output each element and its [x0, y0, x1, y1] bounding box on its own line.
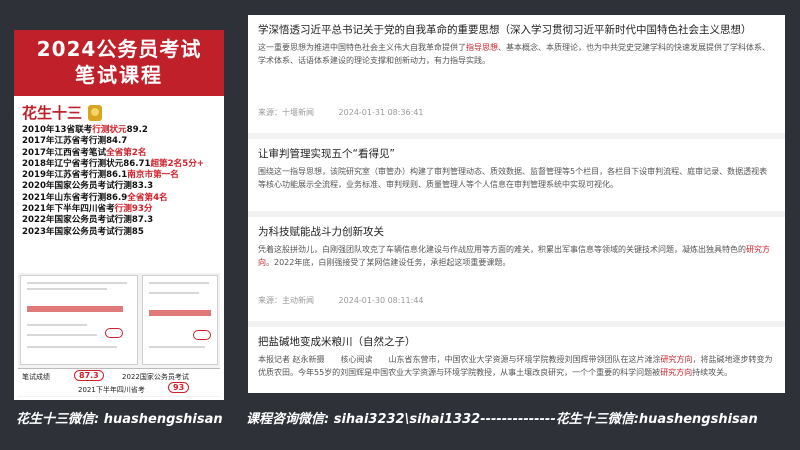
footer-right-contact: 课程咨询微信: sihai3232\sihai1332-------------… — [246, 412, 758, 427]
certificate-image — [20, 275, 138, 365]
article-title[interactable]: 学深悟透习近平总书记关于党的自我革命的重要思想（深入学习贯彻习近平新时代中国特色… — [258, 23, 775, 37]
news-article[interactable]: 学深悟透习近平总书记关于党的自我革命的重要思想（深入学习贯彻习近平新时代中国特色… — [248, 15, 785, 133]
achievement-list: 2010年13省联考行测状元89.2 2017年江苏省考行测84.7 2017年… — [14, 123, 224, 238]
achievement-item: 2021年山东省考行测86.9全省第4名 — [22, 192, 168, 203]
teacher-name: 花生十三 — [22, 104, 83, 122]
achievement-item: 2010年13省联考行测状元89.2 — [22, 125, 148, 135]
news-article[interactable]: 为科技赋能战斗力创新攻关 凭着这股拼劲儿，白刚强团队攻克了车辆信息化建设与作战应… — [248, 217, 785, 321]
article-snippet: 这一重要思想为推进中国特色社会主义伟大自我革命提供了指导思想、基本概念、本质理论… — [258, 43, 770, 65]
achievement-item: 2017年江西省考笔试全省第2名 — [22, 147, 147, 158]
promo-title-line2: 笔试课程 — [75, 63, 163, 87]
news-article[interactable]: 把盐碱地变成米粮川（自然之子） 本报记者 赵永新摄 核心阅读 山东省东营市，中国… — [248, 327, 785, 393]
medal-icon — [88, 104, 103, 121]
score-value: 87.3 — [74, 370, 104, 381]
footer-bar: 花生十三微信: huashengshisan 课程咨询微信: sihai3232… — [0, 405, 800, 431]
article-title[interactable]: 把盐碱地变成米粮川（自然之子） — [258, 335, 775, 349]
promo-title-line1: 2024公务员考试 — [36, 37, 202, 61]
score-exam: 2021下半年四川省考 — [78, 386, 145, 394]
article-meta: 来源：十堰新闻 2024-01-31 08:36:41 — [258, 107, 446, 118]
article-snippet: 围绕这一指导思想，该院研究室（审管办）构建了审判管理动态、质效数据、监督管理等5… — [258, 167, 768, 189]
score-strip: 笔试成绩 87.3 2022国家公务员考试 2021下半年四川省考 93 — [18, 368, 220, 396]
article-source: 来源：主动新闻 — [258, 296, 314, 305]
article-title[interactable]: 让审判管理实现五个“看得见” — [258, 147, 775, 161]
achievement-item: 2017年江苏省考行测84.7 — [22, 136, 128, 147]
article-meta: 来源：主动新闻 2024-01-30 08:11:44 — [258, 295, 446, 306]
score-exam: 2022国家公务员考试 — [122, 373, 189, 381]
achievement-item: 2021年下半年四川省考行测93分 — [22, 204, 153, 215]
promo-panel: 2024公务员考试 笔试课程 花生十三 2010年13省联考行测状元89.2 2… — [14, 30, 224, 400]
news-panel: 学深悟透习近平总书记关于党的自我革命的重要思想（深入学习贯彻习近平新时代中国特色… — [248, 15, 785, 393]
score-label: 笔试成绩 — [22, 373, 50, 381]
article-snippet: 凭着这股拼劲儿，白刚强团队攻克了车辆信息化建设与作战应用等方面的难关，积累出军事… — [258, 245, 770, 267]
achievement-item: 2022年国家公务员考试行测87.3 — [22, 215, 154, 226]
article-time: 2024-01-30 08:11:44 — [338, 296, 424, 305]
footer-left-contact: 花生十三微信: huashengshisan — [16, 412, 223, 427]
promo-header: 2024公务员考试 笔试课程 — [14, 30, 224, 96]
achievement-item: 2020年国家公务员考试行测83.3 — [22, 181, 154, 192]
article-time: 2024-01-31 08:36:41 — [338, 108, 424, 117]
achievement-item: 2023年国家公务员考试行测85 — [22, 226, 144, 237]
certificate-image — [142, 275, 218, 365]
news-article[interactable]: 让审判管理实现五个“看得见” 围绕这一指导思想，该院研究室（审管办）构建了审判管… — [248, 139, 785, 211]
achievement-item: 2019年江苏省考行测86.1南京市第一名 — [22, 170, 179, 181]
article-source: 来源：十堰新闻 — [258, 108, 314, 117]
score-value: 93 — [168, 382, 190, 393]
article-title[interactable]: 为科技赋能战斗力创新攻关 — [258, 225, 775, 239]
article-snippet: 本报记者 赵永新摄 核心阅读 山东省东营市，中国农业大学资源与环境学院教授刘国辉… — [258, 355, 773, 377]
teacher-name-row: 花生十三 — [14, 96, 224, 123]
achievement-item: 2018年辽宁省考行测状元86.71超第2名5分+ — [22, 158, 204, 169]
